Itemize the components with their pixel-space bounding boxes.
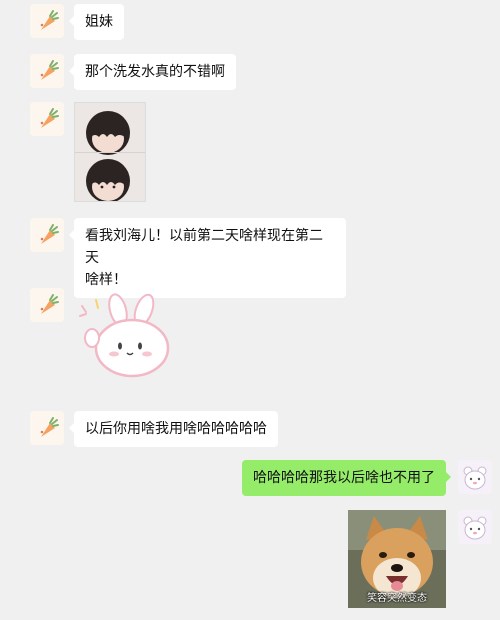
message-bubble[interactable]: 看我刘海儿！以前第二天啥样现在第二天 啥样！: [69, 218, 346, 298]
message-bubble[interactable]: 姐妹: [69, 4, 124, 40]
contact-avatar[interactable]: [30, 218, 64, 252]
message-text: 以后你用啥我用啥哈哈哈哈哈: [85, 421, 267, 437]
contact-avatar[interactable]: [30, 4, 64, 38]
bangs-photo-icon: [75, 103, 145, 201]
carrot-avatar-icon: [30, 411, 64, 445]
carrot-avatar-icon: [30, 54, 64, 88]
carrot-avatar-icon: [30, 288, 64, 322]
image-message[interactable]: [74, 102, 146, 202]
message-text-line: 看我刘海儿！以前第二天啥样现在第二天: [85, 228, 323, 266]
my-avatar[interactable]: [458, 510, 492, 544]
my-avatar[interactable]: [458, 460, 492, 494]
meme-sticker[interactable]: 笑容突然变态: [348, 510, 446, 608]
contact-avatar[interactable]: [30, 54, 64, 88]
carrot-avatar-icon: [30, 218, 64, 252]
sticker-message[interactable]: [74, 288, 174, 383]
message-bubble-outgoing[interactable]: 哈哈哈哈那我以后啥也不用了: [242, 460, 451, 496]
carrot-avatar-icon: [30, 4, 64, 38]
contact-avatar[interactable]: [30, 411, 64, 445]
message-text: 那个洗发水真的不错啊: [85, 64, 225, 80]
contact-avatar[interactable]: [30, 102, 64, 136]
bear-avatar-icon: [458, 460, 492, 494]
message-bubble[interactable]: 那个洗发水真的不错啊: [69, 54, 236, 90]
bunny-sticker-icon: [79, 293, 170, 378]
message-text: 哈哈哈哈那我以后啥也不用了: [253, 470, 435, 486]
contact-avatar[interactable]: [30, 288, 64, 322]
bear-avatar-icon: [458, 510, 492, 544]
carrot-avatar-icon: [30, 102, 64, 136]
meme-caption: 笑容突然变态: [367, 593, 427, 604]
message-bubble[interactable]: 以后你用啥我用啥哈哈哈哈哈: [69, 411, 278, 447]
message-text: 姐妹: [85, 14, 113, 30]
